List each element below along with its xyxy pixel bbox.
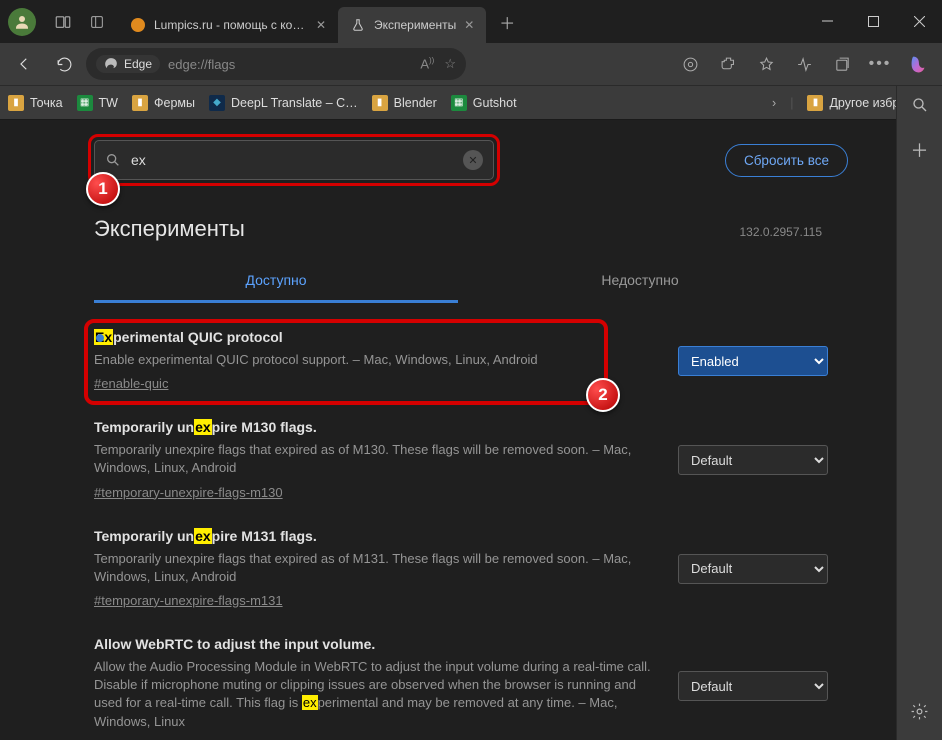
page-content: ✕ Сбросить все 1 Эксперименты 132.0.2957…: [0, 120, 896, 740]
bookmark-label: Точка: [30, 96, 63, 110]
vertical-tabs-icon[interactable]: [80, 5, 114, 39]
titlebar: Lumpics.ru - помощь с компьют ✕ Эксперим…: [0, 0, 942, 43]
flag-item: Temporarily unexpire M130 flags. Temporar…: [38, 407, 858, 515]
flags-list[interactable]: Experimental QUIC protocol Enable experim…: [38, 303, 858, 733]
tab-title: Lumpics.ru - помощь с компьют: [154, 18, 308, 32]
bookmark-label: Фермы: [154, 96, 195, 110]
folder-icon: ▮: [807, 95, 823, 111]
flag-title: Temporarily unexpire M131 flags.: [94, 528, 658, 544]
refresh-button[interactable]: [46, 47, 82, 81]
bookmarks-bar: ▮Точка ▦TW ▮Фермы ◆DeepL Translate – C… …: [0, 85, 942, 119]
flag-select[interactable]: Default: [678, 445, 828, 475]
bookmark-label: Gutshot: [473, 96, 517, 110]
flask-icon: [350, 17, 366, 33]
edge-label: Edge: [124, 57, 152, 71]
bookmark-item[interactable]: ▮ Blender: [372, 95, 437, 111]
site-icon: ◆: [209, 95, 225, 111]
tab-lumpics[interactable]: Lumpics.ru - помощь с компьют ✕: [118, 7, 338, 43]
profile-avatar[interactable]: [8, 8, 36, 36]
more-icon[interactable]: •••: [862, 47, 898, 81]
flag-description: Temporarily unexpire flags that expired …: [94, 550, 658, 586]
flag-select[interactable]: Enabled: [678, 346, 828, 376]
flag-item: Experimental QUIC protocol Enable experim…: [38, 317, 858, 407]
flag-item: Temporarily unexpire M131 flags. Temporar…: [38, 516, 858, 624]
clear-search-button[interactable]: ✕: [463, 150, 483, 170]
bookmark-item[interactable]: ▮ Фермы: [132, 95, 195, 111]
flag-title: Temporarily unexpire M130 flags.: [94, 419, 658, 435]
url-text: edge://flags: [168, 57, 235, 72]
close-icon[interactable]: ✕: [464, 18, 474, 32]
page-title: Эксперименты: [94, 216, 245, 242]
tab-title: Эксперименты: [374, 18, 456, 32]
back-button[interactable]: [6, 47, 42, 81]
search-icon: [105, 152, 121, 168]
tab-row: Доступно Недоступно: [94, 260, 822, 303]
overflow-chevron-icon[interactable]: ›: [772, 96, 776, 110]
favicon-lumpics: [130, 17, 146, 33]
settings-sidebar-icon[interactable]: [910, 702, 929, 726]
toolbar: Edge edge://flags A)) ☆ •••: [0, 43, 942, 85]
maximize-button[interactable]: [850, 0, 896, 43]
flag-select[interactable]: Default: [678, 671, 828, 701]
add-sidebar-icon[interactable]: ＋: [911, 137, 929, 163]
search-input[interactable]: [131, 152, 453, 168]
performance-icon[interactable]: [786, 47, 822, 81]
flag-title: Experimental QUIC protocol: [94, 329, 658, 345]
reset-all-button[interactable]: Сбросить все: [725, 144, 848, 177]
flag-item: Allow WebRTC to adjust the input volume.…: [38, 624, 858, 733]
modified-dot-icon: [96, 334, 104, 342]
close-button[interactable]: [896, 0, 942, 43]
flag-hash-link[interactable]: #temporary-unexpire-flags-m131: [94, 593, 283, 608]
favorites-icon[interactable]: [748, 47, 784, 81]
folder-icon: ▮: [132, 95, 148, 111]
tab-unavailable[interactable]: Недоступно: [458, 260, 822, 303]
flag-hash-link[interactable]: #enable-quic: [94, 376, 168, 391]
flag-description: Allow the Audio Processing Module in Web…: [94, 658, 658, 731]
right-sidebar: ＋: [896, 86, 942, 740]
copilot-icon[interactable]: [900, 47, 936, 81]
folder-icon: ▮: [8, 95, 24, 111]
close-icon[interactable]: ✕: [316, 18, 326, 32]
bookmark-item[interactable]: ▦ TW: [77, 95, 118, 111]
bookmark-item[interactable]: ◆ DeepL Translate – C…: [209, 95, 358, 111]
site-icon: ▦: [77, 95, 93, 111]
address-bar[interactable]: Edge edge://flags A)) ☆: [86, 48, 466, 80]
flag-title: Allow WebRTC to adjust the input volume.: [94, 636, 658, 652]
bookmark-item[interactable]: ▮ Точка: [8, 95, 63, 111]
search-box: ✕: [94, 140, 494, 180]
window-controls: [804, 0, 942, 43]
extensions-icon[interactable]: [710, 47, 746, 81]
version-text: 132.0.2957.115: [739, 225, 822, 239]
annotation-callout-1: 1: [86, 172, 120, 206]
flag-description: Enable experimental QUIC protocol suppor…: [94, 351, 658, 369]
folder-icon: ▮: [372, 95, 388, 111]
flag-description: Temporarily unexpire flags that expired …: [94, 441, 658, 477]
favorite-icon[interactable]: ☆: [444, 56, 456, 72]
tab-experiments[interactable]: Эксперименты ✕: [338, 7, 486, 43]
tab-strip: Lumpics.ru - помощь с компьют ✕ Эксперим…: [118, 0, 522, 43]
workspaces-icon[interactable]: [46, 5, 80, 39]
bookmark-item[interactable]: ▦ Gutshot: [451, 95, 517, 111]
bookmark-label: Blender: [394, 96, 437, 110]
new-tab-button[interactable]: ＋: [492, 0, 522, 43]
bookmark-label: TW: [99, 96, 118, 110]
minimize-button[interactable]: [804, 0, 850, 43]
flag-select[interactable]: Default: [678, 554, 828, 584]
flag-hash-link[interactable]: #temporary-unexpire-flags-m130: [94, 485, 283, 500]
collections-icon[interactable]: [824, 47, 860, 81]
reader-icon[interactable]: A)): [420, 56, 434, 72]
search-sidebar-icon[interactable]: [911, 96, 929, 119]
tab-available[interactable]: Доступно: [94, 260, 458, 303]
bookmark-label: DeepL Translate – C…: [231, 96, 358, 110]
tracking-icon[interactable]: [672, 47, 708, 81]
site-identity[interactable]: Edge: [96, 55, 160, 73]
annotation-callout-2: 2: [586, 378, 620, 412]
site-icon: ▦: [451, 95, 467, 111]
